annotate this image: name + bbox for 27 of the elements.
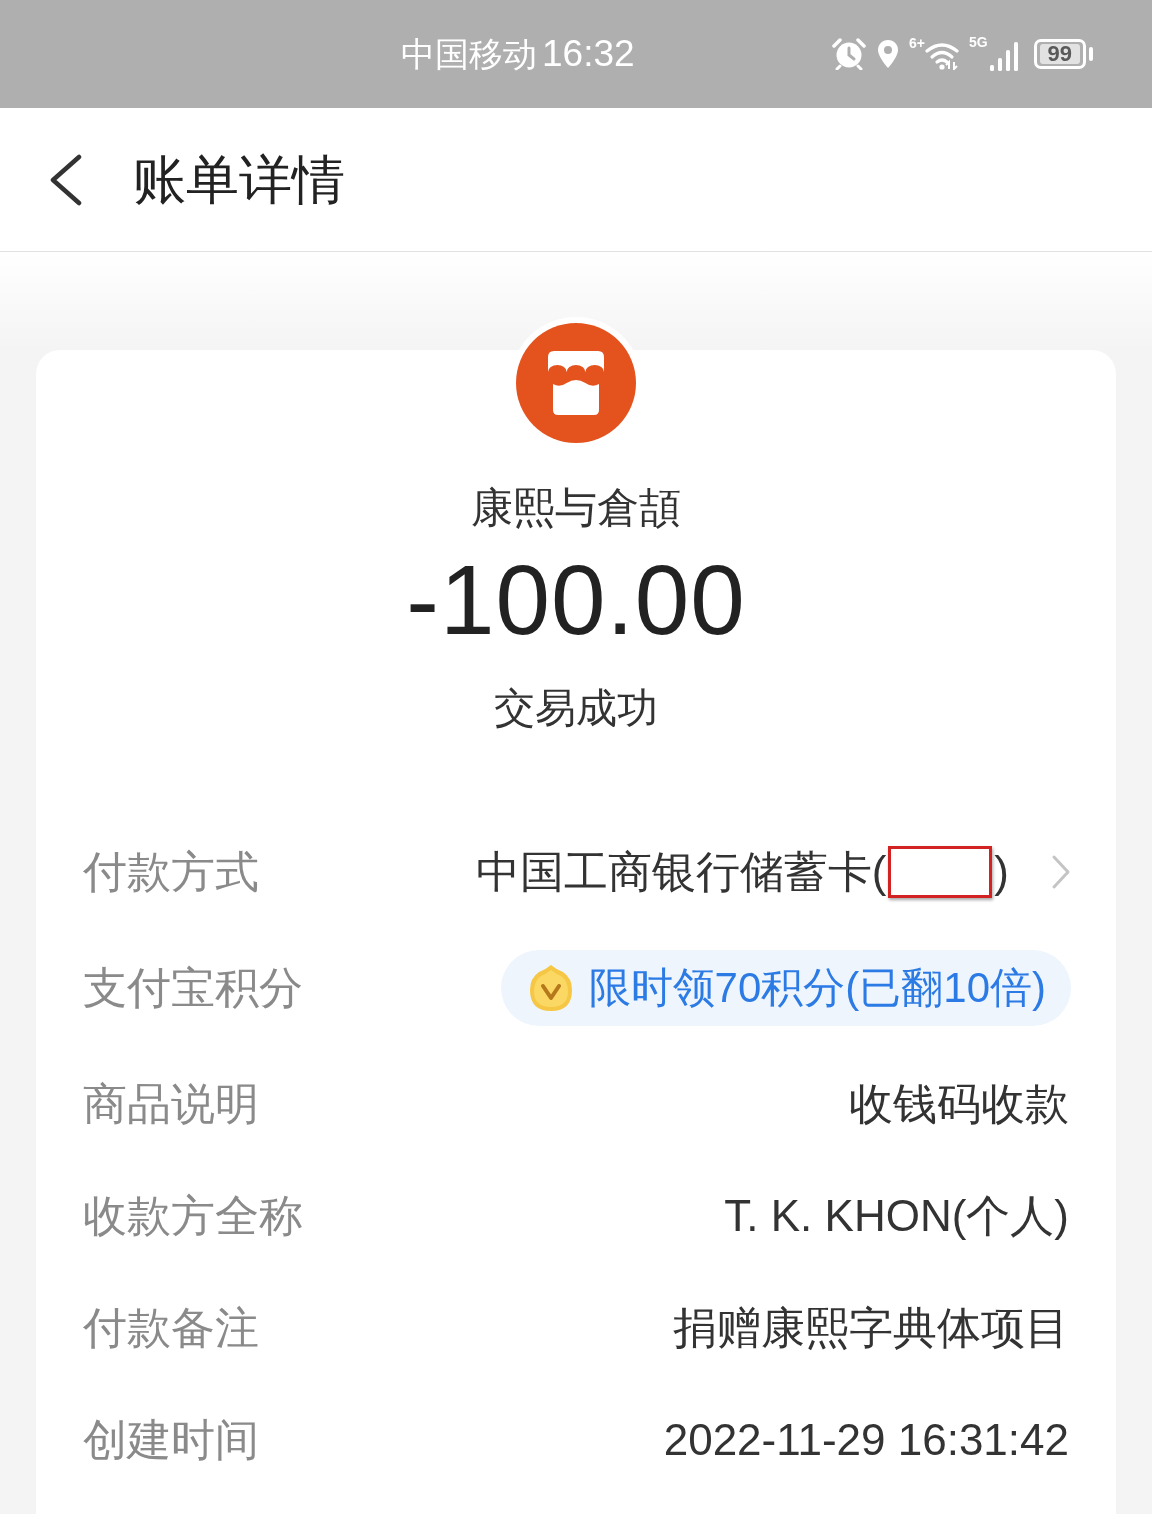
clock-time: 16:32 (542, 34, 635, 74)
detail-label: 付款备注 (83, 1302, 259, 1354)
transaction-status: 交易成功 (494, 684, 658, 733)
carrier-name: 中国移动 (401, 34, 537, 74)
signal-bars-icon (989, 41, 1020, 71)
payment-method-text: 中国工商银行储蓄卡( (475, 846, 887, 898)
network-type-label: 5G (968, 35, 988, 49)
detail-value: 捐赠康熙字典体项目 (673, 1302, 1069, 1354)
wifi-icon (924, 42, 959, 70)
points-promo-button[interactable]: 限时领70积分(已翻10倍) (500, 950, 1071, 1026)
page-title: 账单详情 (133, 148, 345, 211)
transaction-amount: -100.00 (406, 545, 746, 655)
location-pin-icon (877, 39, 899, 69)
detail-value: 收钱码收款 (849, 1078, 1069, 1130)
detail-label: 创建时间 (83, 1414, 259, 1466)
coin-icon (528, 964, 573, 1012)
merchant-name: 康熙与倉頡 (471, 483, 681, 533)
detail-label: 商品说明 (83, 1078, 259, 1130)
detail-value: T. K. KHON(个人) (724, 1190, 1069, 1242)
alarm-icon (831, 38, 867, 70)
detail-label: 收款方全称 (83, 1190, 303, 1242)
battery-percent: 99 (1039, 44, 1080, 64)
detail-label: 付款方式 (83, 846, 259, 898)
detail-label: 支付宝积分 (83, 962, 303, 1014)
wifi-standard-label: 6+ (909, 36, 925, 50)
detail-value: 2022-11-29 16:31:42 (663, 1414, 1069, 1466)
payment-method-text: ) (994, 846, 1009, 898)
